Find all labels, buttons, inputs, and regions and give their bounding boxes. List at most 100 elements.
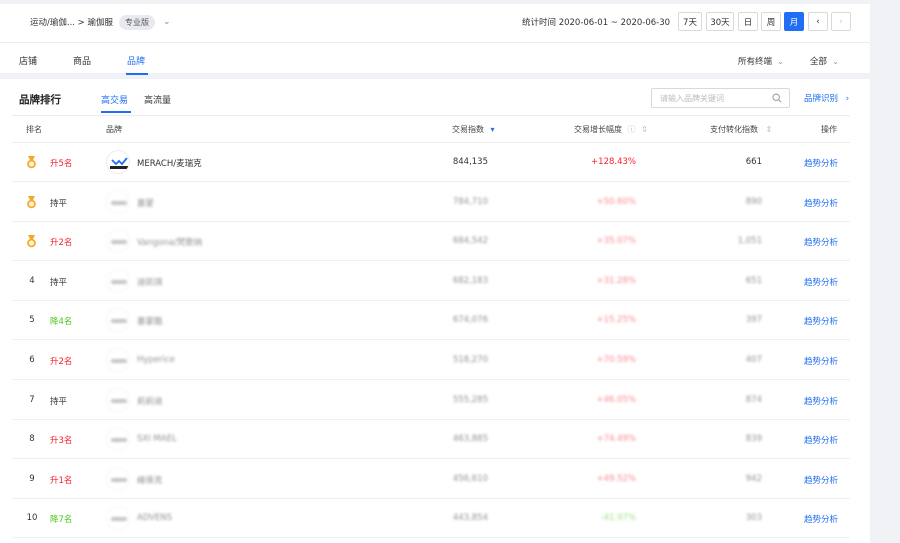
- brand-name[interactable]: 暴蒙: [137, 197, 154, 209]
- table-row: 持平 暴蒙 784,710 +50.60% 890 趋势分析: [12, 183, 850, 222]
- tab-product[interactable]: 商品: [73, 54, 91, 67]
- rank-number: 8: [29, 434, 35, 445]
- trend-analysis-link[interactable]: 趋势分析: [804, 355, 838, 367]
- date-button-month[interactable]: 月: [784, 12, 804, 31]
- conversion-index: 397: [745, 315, 762, 326]
- trend-analysis-link[interactable]: 趋势分析: [804, 197, 838, 209]
- breadcrumb[interactable]: 运动/瑜伽... > 瑜伽服 专业版 ⌄: [30, 12, 171, 32]
- trade-growth: +15.25%: [596, 315, 636, 326]
- divider: [0, 42, 870, 43]
- section-title: 品牌排行: [19, 94, 61, 106]
- scope-dropdown[interactable]: 全部 ⌄: [810, 55, 839, 67]
- header-growth-label: 交易增长幅度: [574, 125, 622, 134]
- rank-change: 持平: [50, 396, 68, 407]
- rank-change: 降4名: [50, 317, 73, 328]
- trade-growth: +49.52%: [596, 473, 636, 484]
- date-button-week[interactable]: 周: [761, 12, 781, 31]
- conversion-index: 303: [745, 513, 762, 524]
- active-tab-indicator: [126, 73, 148, 75]
- date-button-7d[interactable]: 7天: [678, 12, 702, 31]
- table-row: 7 持平 莉莉迪 555,285 +46.05% 874 趋势分析: [12, 381, 850, 420]
- header-conversion-index[interactable]: 支付转化指数 ⇕: [710, 124, 772, 135]
- pro-badge: 专业版: [119, 14, 155, 30]
- conversion-index: 874: [745, 394, 762, 405]
- rank-number: 10: [26, 513, 38, 524]
- date-button-day[interactable]: 日: [738, 12, 758, 31]
- trend-analysis-link[interactable]: 趋势分析: [804, 513, 838, 525]
- prev-period-button[interactable]: ‹: [808, 12, 828, 31]
- trend-analysis-link[interactable]: 趋势分析: [804, 395, 838, 407]
- trade-index: 844,135: [452, 157, 488, 167]
- trade-index: 682,183: [452, 275, 488, 286]
- rank-number: 4: [29, 275, 35, 286]
- sort-icon[interactable]: ⇕: [641, 125, 648, 134]
- trade-index: 443,854: [452, 513, 488, 524]
- rank-number: 6: [29, 355, 35, 365]
- tab-store[interactable]: 店铺: [19, 54, 37, 67]
- date-button-30d[interactable]: 30天: [706, 12, 734, 31]
- brand-name[interactable]: Vangona/梵歌纳: [137, 236, 202, 248]
- table-row: 9 升1名 峰徕克 456,610 +49.52% 942 趋势分析: [12, 460, 850, 499]
- trade-growth: +46.05%: [596, 394, 636, 405]
- brand-search-input[interactable]: [652, 89, 762, 107]
- trade-growth: +70.59%: [596, 355, 636, 365]
- chevron-right-icon: ›: [845, 94, 850, 104]
- scope-dropdown-label: 全部: [810, 57, 828, 67]
- medal-icon: [26, 156, 37, 169]
- brand-name[interactable]: SXI MAEL: [137, 434, 177, 444]
- rank-change: 持平: [50, 198, 68, 209]
- info-icon[interactable]: ⓘ: [628, 125, 636, 134]
- trade-index: 555,285: [452, 394, 488, 405]
- brand-name[interactable]: ADVENS: [137, 513, 172, 523]
- brand-logo: [106, 229, 130, 254]
- brand-search: [651, 88, 790, 108]
- trade-index: 674,076: [452, 315, 488, 326]
- header-brand: 品牌: [106, 125, 122, 134]
- table-row: 升2名 Vangona/梵歌纳 684,542 +35.07% 1,051 趋势分析: [12, 222, 850, 262]
- brand-logo: [106, 150, 130, 174]
- next-period-button[interactable]: ›: [831, 12, 851, 31]
- brand-logo: [106, 268, 130, 293]
- subtab-high-traffic[interactable]: 高流量: [144, 93, 171, 106]
- brand-logo: [106, 506, 130, 531]
- trend-analysis-link[interactable]: 趋势分析: [804, 315, 838, 327]
- terminal-dropdown[interactable]: 所有终端 ⌄: [738, 55, 784, 67]
- brand-name[interactable]: Hyperice: [137, 355, 175, 365]
- brand-ranking-card: 品牌排行 高交易 高流量 品牌识别 › 排名 品牌 交易指数 ▾ 交易增长幅度 …: [0, 79, 870, 543]
- brand-name[interactable]: MERACH/麦瑞克: [137, 157, 202, 169]
- subtab-high-trade[interactable]: 高交易: [101, 93, 128, 106]
- terminal-dropdown-label: 所有终端: [738, 57, 773, 67]
- top-filter-card: 运动/瑜伽... > 瑜伽服 专业版 ⌄ 统计时间 2020-06-01 ~ 2…: [0, 4, 870, 75]
- trend-analysis-link[interactable]: 趋势分析: [804, 434, 838, 446]
- brand-name[interactable]: 峰徕克: [137, 474, 163, 486]
- tab-brand[interactable]: 品牌: [127, 54, 145, 67]
- trend-analysis-link[interactable]: 趋势分析: [804, 474, 838, 486]
- sort-icon[interactable]: ⇕: [766, 125, 773, 134]
- chevron-down-icon[interactable]: ⌄: [163, 17, 171, 27]
- header-trade-index[interactable]: 交易指数 ▾: [452, 124, 495, 135]
- conversion-index: 1,051: [737, 236, 762, 247]
- conversion-index: 407: [745, 355, 762, 365]
- table-row: 5 降4名 暴蒙酷 674,076 +15.25% 397 趋势分析: [12, 301, 850, 341]
- chevron-down-icon: ⌄: [777, 57, 785, 67]
- search-icon[interactable]: [772, 93, 782, 105]
- brand-name[interactable]: 暴蒙酷: [137, 315, 163, 327]
- sort-desc-icon[interactable]: ▾: [491, 125, 495, 134]
- brand-identify-link[interactable]: 品牌识别 ›: [804, 92, 849, 104]
- brand-name[interactable]: 莉莉迪: [137, 395, 163, 407]
- conversion-index: 839: [745, 434, 762, 445]
- brand-logo: [106, 427, 130, 452]
- header-conversion-label: 支付转化指数: [710, 125, 758, 134]
- trend-analysis-link[interactable]: 趋势分析: [804, 236, 838, 248]
- trend-analysis-link[interactable]: 趋势分析: [804, 276, 838, 288]
- header-rank: 排名: [26, 125, 42, 134]
- header-growth[interactable]: 交易增长幅度 ⓘ ⇕: [574, 124, 648, 135]
- rank-number: 7: [29, 394, 35, 405]
- medal-icon: [26, 235, 37, 248]
- brand-name[interactable]: 迪凯琪: [137, 276, 163, 288]
- trade-growth: +35.07%: [596, 236, 636, 247]
- trade-index: 463,885: [452, 434, 488, 445]
- breadcrumb-category[interactable]: 运动/瑜伽... > 瑜伽服: [30, 16, 113, 28]
- trade-growth: -41.97%: [600, 513, 636, 524]
- trend-analysis-link[interactable]: 趋势分析: [804, 157, 838, 169]
